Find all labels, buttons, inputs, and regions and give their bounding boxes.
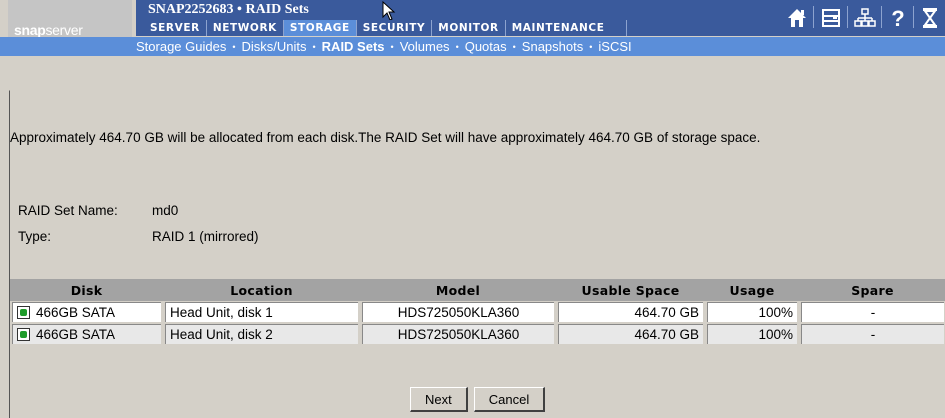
status-led-icon bbox=[17, 328, 30, 341]
model-cell: HDS725050KLA360 bbox=[362, 302, 554, 322]
raid-set-name-label: RAID Set Name: bbox=[18, 203, 118, 218]
subnav-disks-units[interactable]: Disks/Units bbox=[242, 39, 307, 54]
content-panel: Approximately 464.70 GB will be allocate… bbox=[9, 90, 945, 418]
table-row: 466GB SATA Head Unit, disk 1 HDS725050KL… bbox=[10, 301, 945, 323]
location-cell: Head Unit, disk 1 bbox=[165, 302, 358, 322]
raid-set-name-value: md0 bbox=[152, 203, 179, 218]
subnav-separator: • bbox=[455, 41, 459, 52]
cancel-button[interactable]: Cancel bbox=[473, 387, 546, 412]
usable-space-cell: 464.70 GB bbox=[558, 302, 703, 322]
icon-divider bbox=[847, 6, 848, 28]
subnav-storage-guides[interactable]: Storage Guides bbox=[136, 39, 226, 54]
subnav-snapshots[interactable]: Snapshots bbox=[522, 39, 583, 54]
disk-name: 466GB SATA bbox=[36, 304, 116, 320]
button-row: Next Cancel bbox=[410, 387, 546, 412]
usable-space-cell: 464.70 GB bbox=[558, 324, 703, 344]
spare-cell: - bbox=[801, 324, 944, 344]
location-cell: Head Unit, disk 2 bbox=[165, 324, 358, 344]
tab-server[interactable]: SERVER bbox=[144, 20, 207, 36]
icon-divider bbox=[813, 6, 814, 28]
spare-cell: - bbox=[801, 302, 944, 322]
model-cell: HDS725050KLA360 bbox=[362, 324, 554, 344]
icon-divider bbox=[881, 6, 882, 28]
logo-text-rest: server bbox=[45, 22, 83, 38]
subnav-raid-sets[interactable]: RAID Sets bbox=[322, 39, 385, 54]
allocation-info-text: Approximately 464.70 GB will be allocate… bbox=[10, 130, 761, 145]
main-nav: SERVER NETWORK STORAGE SECURITY MONITOR … bbox=[136, 20, 780, 36]
column-header-spare: Spare bbox=[799, 279, 945, 301]
column-header-disk: Disk bbox=[10, 279, 163, 301]
usage-cell: 100% bbox=[707, 324, 797, 344]
tab-monitor[interactable]: MONITOR bbox=[432, 20, 506, 36]
subnav-iscsi[interactable]: iSCSI bbox=[598, 39, 631, 54]
table-row: 466GB SATA Head Unit, disk 2 HDS725050KL… bbox=[10, 323, 945, 345]
utility-icon-bar: ? bbox=[780, 0, 945, 36]
tab-maintenance[interactable]: MAINTENANCE bbox=[506, 20, 627, 36]
raid-type-value: RAID 1 (mirrored) bbox=[152, 229, 259, 244]
server-icon[interactable] bbox=[816, 4, 846, 32]
icon-divider bbox=[913, 6, 914, 28]
disk-cell: 466GB SATA bbox=[12, 302, 161, 322]
header: snapserver BY ADAPTEC SNAP2252683 • RAID… bbox=[0, 0, 945, 66]
subnav-separator: • bbox=[312, 41, 316, 52]
column-header-location: Location bbox=[163, 279, 360, 301]
svg-text:?: ? bbox=[891, 6, 904, 30]
disk-table: Disk Location Model Usable Space Usage S… bbox=[10, 279, 945, 345]
network-icon[interactable] bbox=[850, 4, 880, 32]
subnav-separator: • bbox=[232, 41, 236, 52]
subnav-separator: • bbox=[512, 41, 516, 52]
status-led-icon bbox=[17, 306, 30, 319]
logo-text-main: snap bbox=[14, 22, 46, 38]
subnav-separator: • bbox=[390, 41, 394, 52]
tab-network[interactable]: NETWORK bbox=[207, 20, 284, 36]
column-header-usage: Usage bbox=[705, 279, 799, 301]
home-icon[interactable] bbox=[782, 4, 812, 32]
page-title: SNAP2252683 • RAID Sets bbox=[148, 2, 309, 17]
disk-name: 466GB SATA bbox=[36, 326, 116, 342]
raid-type-label: Type: bbox=[18, 229, 52, 244]
table-header-row: Disk Location Model Usable Space Usage S… bbox=[10, 279, 945, 301]
tab-security[interactable]: SECURITY bbox=[357, 20, 433, 36]
column-header-model: Model bbox=[360, 279, 556, 301]
tab-storage[interactable]: STORAGE bbox=[283, 20, 357, 36]
help-icon[interactable]: ? bbox=[883, 4, 913, 32]
subnav-separator: • bbox=[589, 41, 593, 52]
sub-nav: Storage Guides • Disks/Units • RAID Sets… bbox=[0, 37, 945, 56]
column-header-usable-space: Usable Space bbox=[556, 279, 705, 301]
disk-cell: 466GB SATA bbox=[12, 324, 161, 344]
subnav-quotas[interactable]: Quotas bbox=[465, 39, 507, 54]
next-button[interactable]: Next bbox=[410, 387, 468, 412]
subnav-volumes[interactable]: Volumes bbox=[400, 39, 450, 54]
usage-cell: 100% bbox=[707, 302, 797, 322]
hourglass-icon[interactable] bbox=[915, 4, 945, 32]
